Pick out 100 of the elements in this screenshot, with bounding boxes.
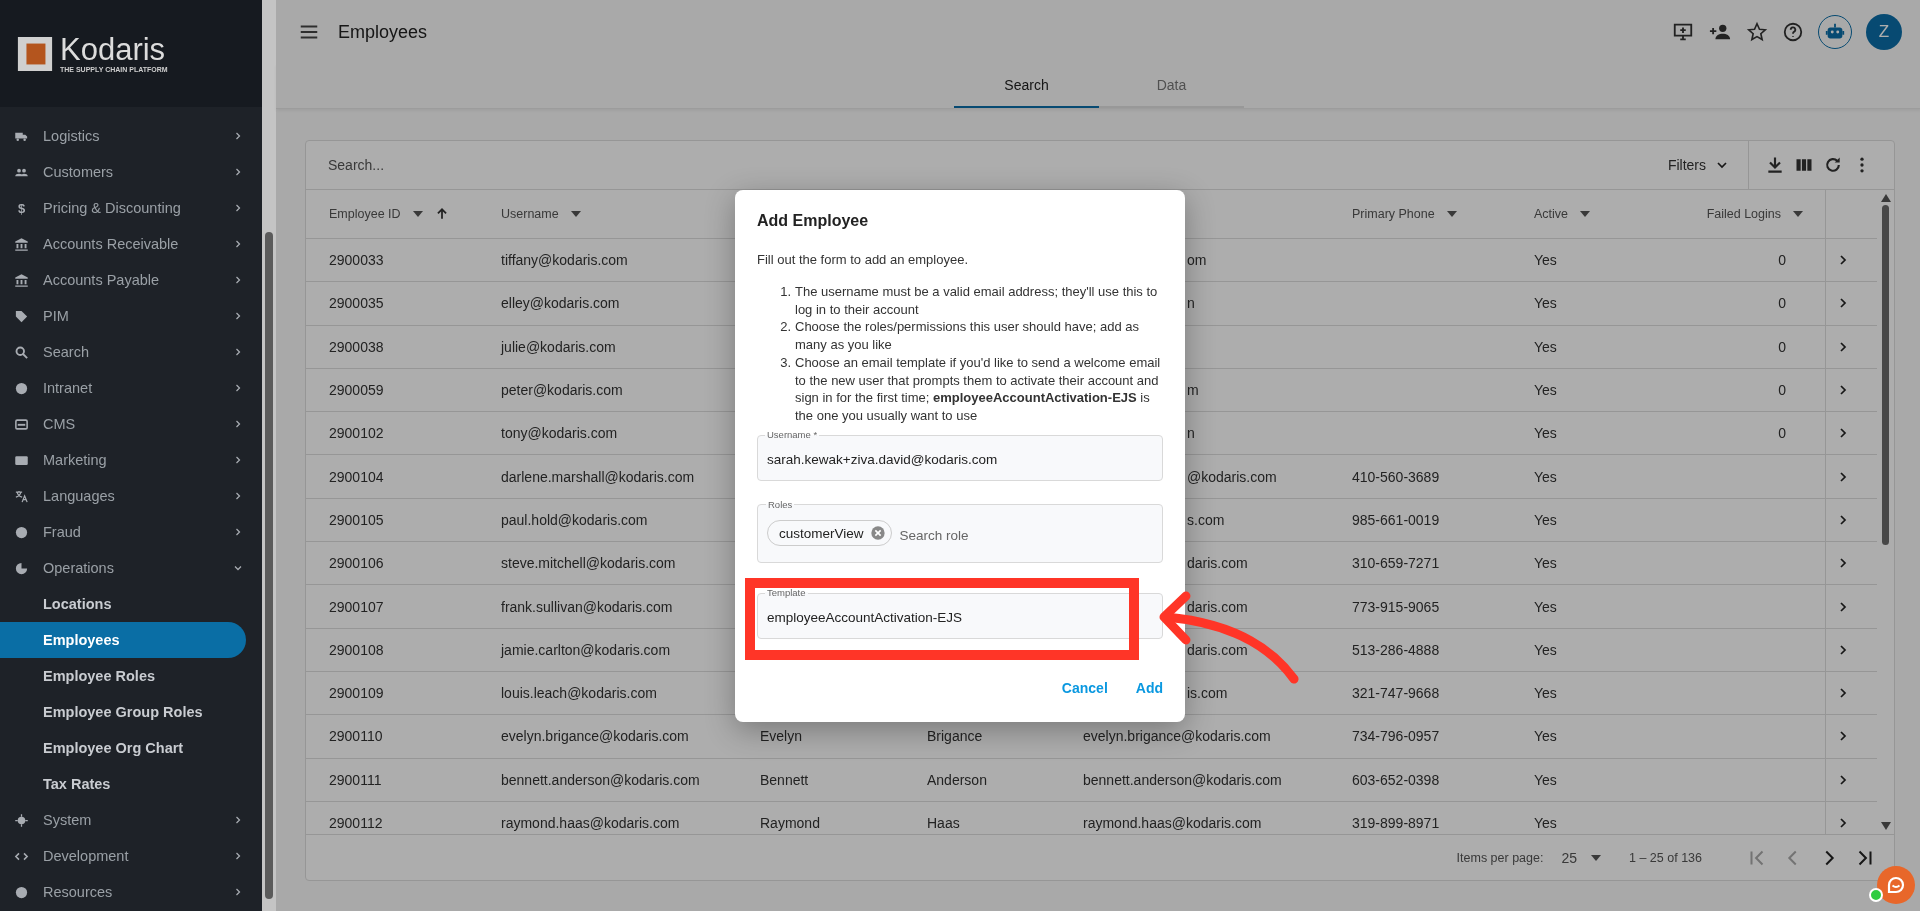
sidebar-item[interactable]: PIM	[0, 298, 262, 334]
table-cell: Yes	[1534, 815, 1557, 831]
star-icon[interactable]	[1746, 21, 1768, 43]
column-header[interactable]: Primary Phone	[1329, 190, 1511, 238]
tab[interactable]: Data	[1099, 64, 1244, 108]
table-cell-text: 2900108	[328, 640, 385, 660]
add-button[interactable]: Add	[1135, 675, 1163, 700]
table-cell: 773-915-9065	[1352, 598, 1440, 615]
sidebar-item[interactable]: Search	[0, 334, 262, 370]
sidebar-subitem[interactable]: Employee Org Chart	[0, 730, 246, 766]
table-cell: Evelyn	[760, 728, 803, 745]
table-cell: Yes	[1534, 771, 1557, 788]
user-avatar[interactable]: Z	[1866, 14, 1902, 50]
table-cell-text: elley@kodaris.com	[500, 294, 621, 314]
refresh-icon[interactable]	[1823, 155, 1843, 175]
sidebar-item[interactable]: $ Pricing & Discounting	[0, 190, 262, 226]
caret-down-icon	[1793, 211, 1803, 217]
table-cell-text: 2900112	[328, 814, 384, 833]
table-cell: evelyn.brigance@kodaris.com	[1083, 728, 1271, 745]
field-label: Roles	[766, 498, 795, 510]
table-cell: Yes	[1534, 598, 1557, 615]
table-cell-text: 2900106	[328, 554, 385, 574]
page-title: Employees	[338, 21, 428, 43]
bank-icon	[14, 272, 29, 288]
table-cell-text: tiffany@kodaris.com	[500, 251, 629, 271]
table-cell-text: 2900033	[328, 251, 385, 271]
page-range: 1 – 25 of 136	[1629, 850, 1702, 865]
sidebar-item[interactable]: Accounts Payable	[0, 262, 262, 298]
sidebar-item[interactable]: System	[0, 802, 262, 838]
scrollbar[interactable]	[262, 0, 276, 911]
table-cell: Haas	[927, 815, 960, 831]
sidebar-item[interactable]: Fraud	[0, 514, 262, 550]
step-number: 3.	[779, 353, 791, 372]
scroll-up-icon[interactable]	[1880, 194, 1891, 202]
tag-icon	[14, 308, 29, 324]
sidebar-item[interactable]: Languages	[0, 478, 262, 514]
table-cell-text: steve.mitchell@kodaris.com	[500, 554, 677, 574]
instruction-step: Choose an email template if you'd like to send a welcome email to the new user that prompts them to activate their account and sign in for the first time; employeeAccountActivation-EJS is the one you usually want to use	[795, 353, 1163, 425]
table-cell: Yes	[1534, 338, 1557, 355]
table-cell-text: 2900102	[328, 424, 385, 444]
caret-down-icon	[1591, 854, 1601, 861]
table-cell: 410-560-3689	[1352, 468, 1440, 485]
filters-button[interactable]: Filters	[1667, 141, 1749, 189]
table-cell: Yes	[1534, 555, 1557, 572]
monitor-plus-icon[interactable]	[1672, 21, 1694, 43]
logo-name: Kodaris	[60, 34, 167, 66]
sidebar-subitem[interactable]: Tax Rates	[0, 766, 246, 802]
instruction-step: Choose the roles/permissions this user should have; add as many as you like	[795, 318, 1163, 354]
scroll-thumb[interactable]	[1882, 205, 1889, 545]
instruction-step: The username must be a valid email address; they'll use this to log in to their account	[795, 283, 1163, 319]
sidebar-item[interactable]: Accounts Receivable	[0, 226, 262, 262]
sidebar-item[interactable]: Marketing	[0, 442, 262, 478]
table-cell-text: 2900035	[328, 294, 385, 314]
sidebar-item[interactable]: Logistics	[0, 118, 262, 154]
table-cell: 321-747-9668	[1352, 685, 1440, 702]
column-header[interactable]: Failed Logins	[1641, 190, 1825, 238]
dialog-intro: Fill out the form to add an employee.	[757, 252, 969, 267]
table-cell: Yes	[1534, 295, 1557, 312]
scroll-thumb[interactable]	[265, 232, 273, 899]
download-icon[interactable]	[1765, 155, 1785, 175]
table-cell-text: louis.leach@kodaris.com	[500, 684, 658, 704]
table-cell: Yes	[1534, 425, 1557, 442]
scroll-down-icon[interactable]	[1880, 822, 1891, 830]
field-label: Template	[765, 586, 808, 598]
table-cell: s.com	[1187, 511, 1225, 528]
table-cell: 0	[1778, 382, 1786, 399]
table-cell-text: 2900110	[328, 727, 384, 747]
sidebar-subitem[interactable]: Locations	[0, 586, 246, 622]
table-cell: bennett.anderson@kodaris.com	[1083, 771, 1282, 788]
table-cell: Brigance	[927, 728, 983, 745]
gear-icon	[14, 812, 29, 828]
table-cell: daris.com	[1187, 598, 1248, 615]
table-cell: Yes	[1534, 685, 1557, 702]
table-cell: 734-796-0957	[1352, 728, 1440, 745]
column-header[interactable]: Active	[1511, 190, 1641, 238]
page-size-select[interactable]: 25	[1561, 849, 1601, 866]
table-cell-text: 2900107	[328, 597, 385, 617]
table-cell-text: 2900105	[328, 510, 385, 530]
table-cell: daris.com	[1187, 641, 1248, 658]
search-field[interactable]: Search...	[306, 156, 730, 174]
table-cell-text: raymond.haas@kodaris.com	[500, 814, 681, 833]
cancel-button[interactable]: Cancel	[1061, 675, 1108, 700]
sidebar-subitem[interactable]: Employees	[0, 622, 246, 658]
table-cell: @kodaris.com	[1187, 468, 1277, 485]
table-cell: daris.com	[1187, 555, 1248, 572]
sidebar-item[interactable]: Customers	[0, 154, 262, 190]
tab[interactable]: Search	[954, 64, 1099, 108]
sidebar-subitem[interactable]: Employee Roles	[0, 658, 246, 694]
remove-icon[interactable]	[869, 525, 886, 542]
table-cell: 603-652-0398	[1352, 771, 1440, 788]
column-header[interactable]: Username	[478, 190, 737, 238]
sidebar-item[interactable]: Operations	[0, 550, 262, 586]
sidebar-item[interactable]: CMS	[0, 406, 262, 442]
sidebar-item[interactable]: Intranet	[0, 370, 262, 406]
table-cell: n	[1187, 295, 1195, 312]
sidebar-item[interactable]: Resources	[0, 874, 262, 910]
sidebar-subitem[interactable]: Employee Group Roles	[0, 694, 246, 730]
sidebar-item[interactable]: Development	[0, 838, 262, 874]
column-header[interactable]: Employee ID	[306, 190, 478, 238]
table-cell: Yes	[1534, 382, 1557, 399]
